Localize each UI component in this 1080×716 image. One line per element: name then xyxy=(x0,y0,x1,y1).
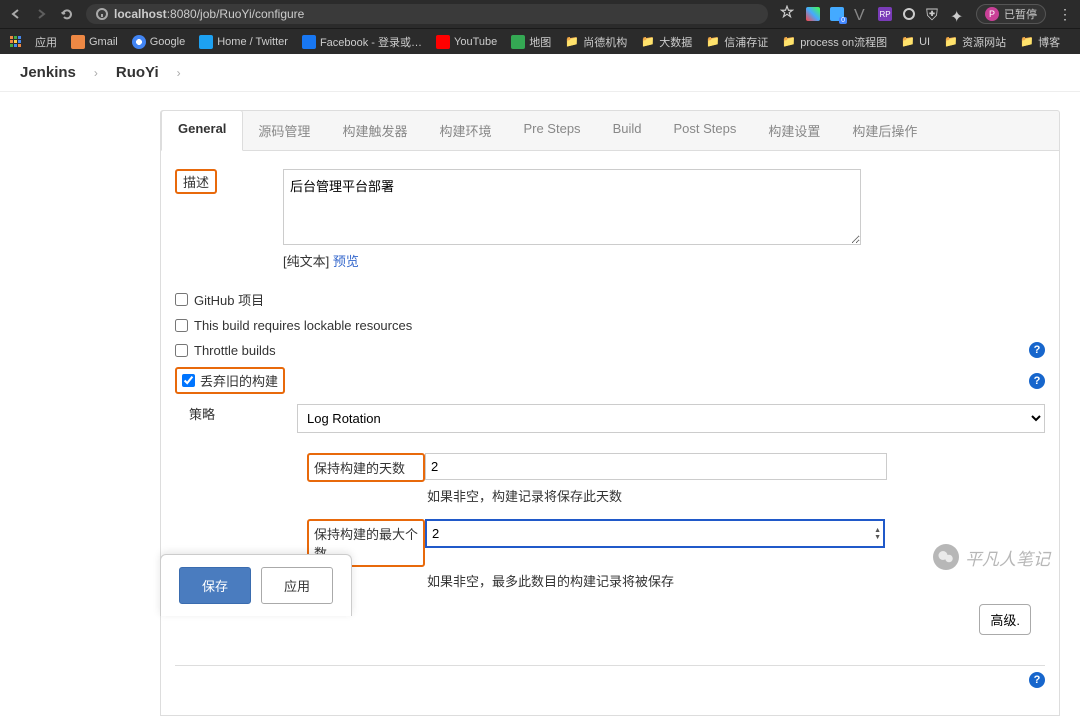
chevron-right-icon: › xyxy=(177,66,181,80)
strategy-label: 策略 xyxy=(189,404,297,423)
bookmark-item[interactable]: 📁大数据 xyxy=(641,34,692,50)
bookmark-item[interactable]: Gmail xyxy=(71,35,118,49)
bookmark-item[interactable]: Google xyxy=(132,35,185,49)
bookmark-item[interactable]: 📁资源网站 xyxy=(944,34,1006,50)
advanced-button[interactable]: 高级. xyxy=(979,604,1031,635)
chevron-right-icon: › xyxy=(94,66,98,80)
preview-link[interactable]: 预览 xyxy=(333,254,359,269)
ext-icon-react[interactable]: 0 xyxy=(830,7,844,21)
lockable-label: This build requires lockable resources xyxy=(194,318,412,333)
help-icon[interactable]: ? xyxy=(1029,342,1045,358)
bookmark-item[interactable]: YouTube xyxy=(436,35,497,49)
pause-label: 已暂停 xyxy=(1004,6,1037,22)
bookmark-item[interactable]: Facebook - 登录或… xyxy=(302,34,422,50)
description-label: 描述 xyxy=(175,169,217,194)
breadcrumb-root[interactable]: Jenkins xyxy=(20,64,76,81)
url-host: localhost xyxy=(114,7,167,21)
ext-icon-1[interactable] xyxy=(806,7,820,21)
ext-icon-puzzle[interactable]: ✦ xyxy=(950,7,964,21)
ext-icon-rp[interactable]: RP xyxy=(878,7,892,21)
help-icon[interactable]: ? xyxy=(1029,672,1045,688)
wechat-icon xyxy=(933,544,959,570)
tab-pre[interactable]: Pre Steps xyxy=(507,111,596,150)
tab-triggers[interactable]: 构建触发器 xyxy=(326,111,423,150)
breadcrumb-job[interactable]: RuoYi xyxy=(116,64,159,81)
github-label: GitHub 项目 xyxy=(194,290,264,309)
description-input[interactable]: 后台管理平台部署 xyxy=(283,169,861,245)
url-path: :8080/job/RuoYi/configure xyxy=(167,7,305,21)
tab-env[interactable]: 构建环境 xyxy=(423,111,507,150)
apply-button[interactable]: 应用 xyxy=(261,567,333,604)
github-checkbox[interactable] xyxy=(175,293,188,306)
config-tabs: General 源码管理 构建触发器 构建环境 Pre Steps Build … xyxy=(160,110,1060,151)
bookmark-item[interactable]: 📁信浦存证 xyxy=(706,34,768,50)
strategy-select[interactable]: Log Rotation xyxy=(297,404,1045,433)
bookmarks-bar: 应用 Gmail Google Home / Twitter Facebook … xyxy=(0,28,1080,54)
back-icon[interactable] xyxy=(8,7,22,21)
spinner-buttons[interactable]: ▲▼ xyxy=(874,527,881,541)
watermark-text: 平凡人笔记 xyxy=(965,545,1050,570)
ext-icon-circle[interactable] xyxy=(902,7,916,21)
tab-build[interactable]: Build xyxy=(597,111,658,150)
days-label: 保持构建的天数 xyxy=(307,453,425,482)
forward-icon[interactable] xyxy=(34,7,48,21)
days-input[interactable] xyxy=(425,453,887,480)
bookmark-item[interactable]: 应用 xyxy=(35,34,57,50)
throttle-checkbox[interactable] xyxy=(175,344,188,357)
menu-dots-icon[interactable]: ⋮ xyxy=(1058,6,1072,23)
breadcrumb: Jenkins › RuoYi › xyxy=(0,54,1080,92)
ext-icon-shield[interactable]: ⛨ xyxy=(926,7,940,21)
general-panel: 描述 后台管理平台部署 [纯文本] 预览 GitHub 项目 This buil… xyxy=(160,151,1060,716)
bookmark-item[interactable]: 📁process on流程图 xyxy=(782,34,887,50)
info-icon xyxy=(96,8,108,20)
tab-general[interactable]: General xyxy=(161,110,243,151)
lockable-checkbox[interactable] xyxy=(175,319,188,332)
url-bar[interactable]: localhost:8080/job/RuoYi/configure xyxy=(86,4,768,24)
discard-checkbox[interactable] xyxy=(182,374,195,387)
bookmark-item[interactable]: 地图 xyxy=(511,34,551,50)
max-input[interactable] xyxy=(425,519,885,548)
discard-label: 丢弃旧的构建 xyxy=(200,371,278,390)
avatar: P xyxy=(985,7,999,21)
bookmark-item[interactable]: 📁UI xyxy=(901,35,930,49)
profile-badge[interactable]: P 已暂停 xyxy=(976,4,1046,24)
throttle-label: Throttle builds xyxy=(194,343,276,358)
days-help: 如果非空，构建记录将保存此天数 xyxy=(427,486,1045,505)
browser-toolbar: localhost:8080/job/RuoYi/configure 0 V R… xyxy=(0,0,1080,28)
bookmark-star-icon[interactable] xyxy=(780,5,794,24)
plain-text-label: [纯文本] xyxy=(283,254,329,269)
tab-postbuild[interactable]: 构建后操作 xyxy=(836,111,933,150)
apps-icon[interactable] xyxy=(10,36,21,47)
watermark: 平凡人笔记 xyxy=(933,544,1050,570)
extension-icons: 0 V RP ⛨ ✦ xyxy=(806,7,964,21)
max-help: 如果非空，最多此数目的构建记录将被保存 xyxy=(427,571,1045,590)
tab-settings[interactable]: 构建设置 xyxy=(752,111,836,150)
nav-icons xyxy=(8,7,74,21)
reload-icon[interactable] xyxy=(60,7,74,21)
ext-icon-v[interactable]: V xyxy=(854,7,868,21)
bookmark-item[interactable]: Home / Twitter xyxy=(199,35,288,49)
save-bar: 保存 应用 xyxy=(160,554,352,616)
tab-post[interactable]: Post Steps xyxy=(657,111,752,150)
help-icon[interactable]: ? xyxy=(1029,373,1045,389)
bookmark-item[interactable]: 📁博客 xyxy=(1020,34,1060,50)
save-button[interactable]: 保存 xyxy=(179,567,251,604)
tab-scm[interactable]: 源码管理 xyxy=(242,111,326,150)
bookmark-item[interactable]: 📁尚德机构 xyxy=(565,34,627,50)
